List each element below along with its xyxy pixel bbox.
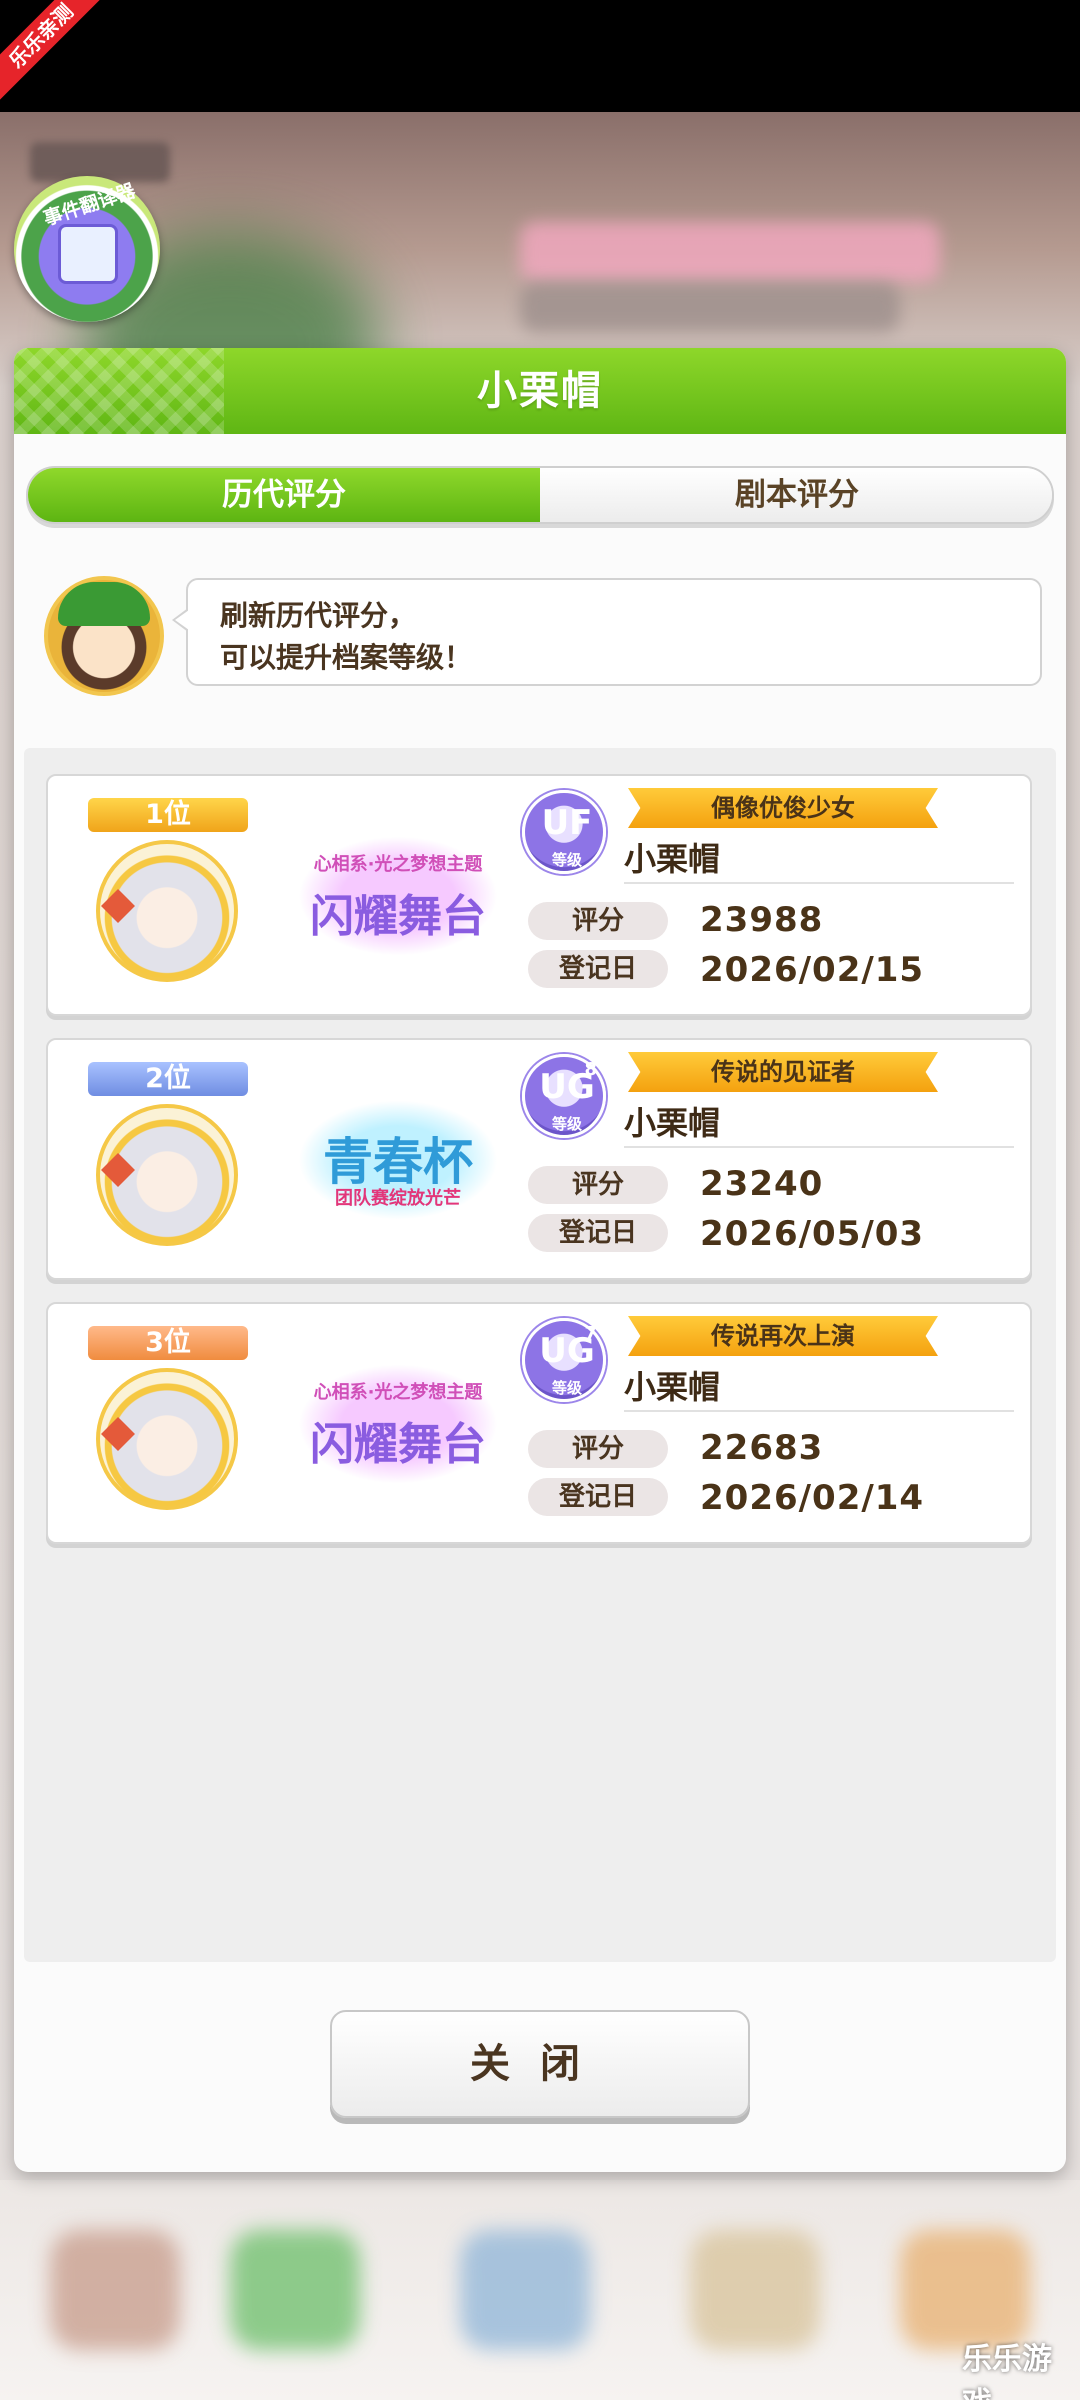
event-logo-subtitle: 心相系·光之梦想主题 [313,1382,483,1403]
rank-ribbon: 1位 [88,798,248,832]
date-label: 登记日 [528,1478,668,1516]
score-value: 22683 [700,1428,824,1468]
advisor-speech-bubble: 刷新历代评分， 可以提升档案等级！ [172,578,1042,686]
dialog-header: 小栗帽 [14,348,1066,434]
character-name: 小栗帽 [624,1104,721,1142]
speech-line: 可以提升档案等级！ [220,641,473,674]
divider [624,882,1014,884]
event-logo: 青春杯 团队赛绽放光芒 [298,1100,498,1220]
character-name: 小栗帽 [624,840,721,878]
title-banner: 传说的见证者 [628,1052,938,1092]
score-label: 评分 [528,902,668,940]
tab-bar: 历代评分 剧本评分 [26,466,1054,524]
record-card[interactable]: 3位 心相系·光之梦想主题 闪耀舞台 UG 7 等级 传说再次上演 小栗帽 评分… [46,1302,1032,1544]
record-card[interactable]: 2位 青春杯 团队赛绽放光芒 UG 8 等级 传说的见证者 小栗帽 评分 232… [46,1038,1032,1280]
advisor-hat [58,582,150,626]
date-label: 登记日 [528,950,668,988]
title-banner: 传说再次上演 [628,1316,938,1356]
score-history-dialog: 小栗帽 历代评分 剧本评分 刷新历代评分， 可以提升档案等级！ 1位 心相系·光… [14,348,1066,2172]
date-label: 登记日 [528,1214,668,1252]
grade-label: 等级 [551,851,582,869]
grade-label: 等级 [551,1379,582,1397]
divider [624,1146,1014,1148]
nav-icon-blurred [230,2230,360,2350]
event-logo-title: 闪耀舞台 [310,891,486,942]
score-label: 评分 [528,1430,668,1468]
score-label: 评分 [528,1166,668,1204]
grade-letters: UF [541,803,593,843]
event-logo: 心相系·光之梦想主题 闪耀舞台 [298,836,498,956]
translator-character-icon [58,224,118,284]
advisor-avatar [44,576,164,696]
record-card[interactable]: 1位 心相系·光之梦想主题 闪耀舞台 UF 等级 偶像优俊少女 小栗帽 评分 2… [46,774,1032,1016]
dialog-title: 小栗帽 [477,368,603,414]
grade-badge: UG 8 等级 [522,1054,606,1138]
nav-icon-blurred [900,2230,1030,2350]
date-value: 2026/05/03 [700,1214,925,1254]
date-value: 2026/02/15 [700,950,925,990]
score-value: 23988 [700,900,824,940]
score-value: 23240 [700,1164,824,1204]
date-value: 2026/02/14 [700,1478,925,1518]
grade-label: 等级 [551,1115,582,1133]
divider [624,1410,1014,1412]
grade-badge: UF 等级 [522,790,606,874]
grade-sup: 7 [584,1323,597,1344]
event-logo: 心相系·光之梦想主题 闪耀舞台 [298,1364,498,1484]
grade-sup: 8 [584,1059,597,1080]
nav-icon-blurred [690,2230,820,2350]
corner-ribbon: 乐乐亲测 [0,0,106,101]
close-button[interactable]: 关闭 [330,2010,750,2118]
character-name: 小栗帽 [624,1368,721,1406]
watermark: 乐乐游戏 [962,2342,1052,2400]
nav-icon-blurred [460,2230,590,2350]
rank-ribbon: 3位 [88,1326,248,1360]
tab-scenario-score[interactable]: 剧本评分 [540,468,1052,522]
rank-ribbon: 2位 [88,1062,248,1096]
event-logo-subtitle: 团队赛绽放光芒 [335,1188,461,1209]
nav-icon-blurred [50,2230,180,2350]
tab-history-score[interactable]: 历代评分 [28,468,540,522]
event-logo-title: 闪耀舞台 [310,1419,486,1470]
event-translator-button[interactable]: 事件翻译器 [14,176,160,322]
speech-line: 刷新历代评分， [220,599,417,632]
grade-badge: UG 7 等级 [522,1318,606,1402]
record-list: 1位 心相系·光之梦想主题 闪耀舞台 UF 等级 偶像优俊少女 小栗帽 评分 2… [24,748,1056,1962]
title-banner: 偶像优俊少女 [628,788,938,828]
event-logo-subtitle: 心相系·光之梦想主题 [313,854,483,875]
status-bar: 乐乐亲测 [0,0,1080,112]
